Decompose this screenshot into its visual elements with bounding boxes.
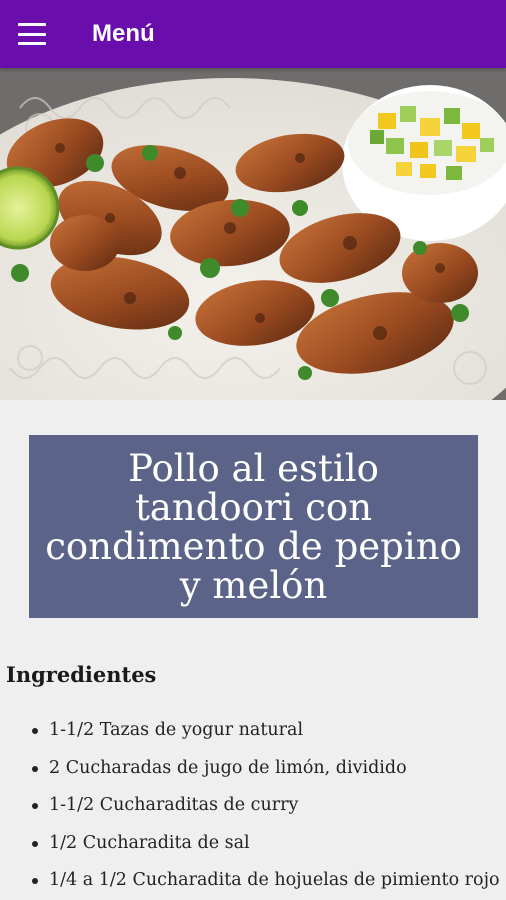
hero-image <box>0 68 506 400</box>
list-item: 1/2 Cucharadita de sal <box>30 825 500 863</box>
recipe-title: Pollo al estilo tandoori con condimento … <box>45 446 462 607</box>
hamburger-menu-icon[interactable] <box>18 23 46 45</box>
app-bar: Menú <box>0 0 506 68</box>
list-item: 1-1/2 Cucharaditas de curry <box>30 787 500 825</box>
list-item: 1-1/2 Tazas de yogur natural <box>30 712 500 750</box>
app-title: Menú <box>92 20 155 47</box>
recipe-title-box: Pollo al estilo tandoori con condimento … <box>29 435 478 618</box>
list-item: 2 Cucharadas de jugo de limón, dividido <box>30 750 500 788</box>
ingredients-list: 1-1/2 Tazas de yogur natural 2 Cucharada… <box>30 712 500 900</box>
ingredients-heading: Ingredientes <box>6 662 157 687</box>
list-item: 1/4 a 1/2 Cucharadita de hojuelas de pim… <box>30 862 500 900</box>
